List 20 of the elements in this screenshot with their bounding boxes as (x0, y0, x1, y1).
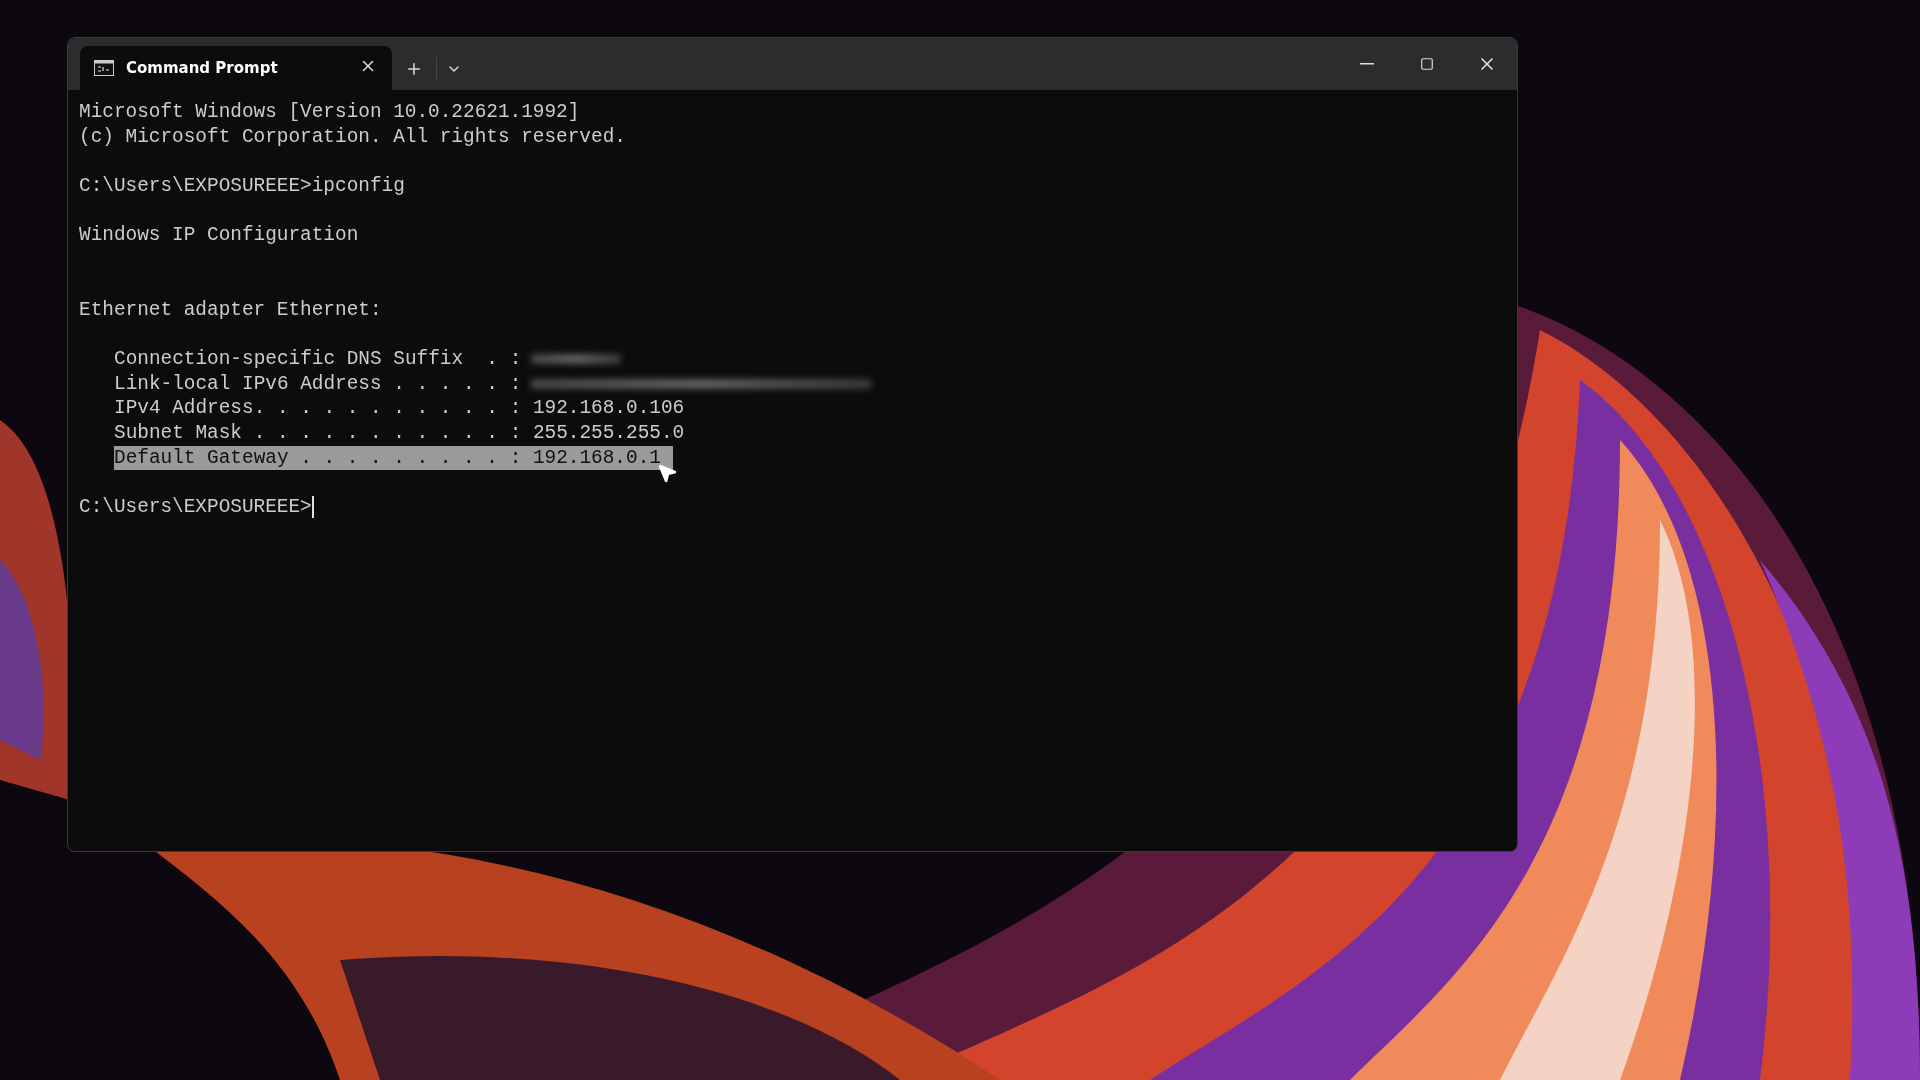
console-text: Ethernet adapter Ethernet: (79, 297, 382, 323)
console-text: Microsoft Windows [Version 10.0.22621.1992] (79, 100, 580, 125)
field-label: Default Gateway . . . . . . . . . : (114, 445, 522, 471)
command-prompt: C:\Users\EXPOSUREEE> (79, 495, 312, 520)
terminal-icon (94, 60, 114, 76)
field-label: Link-local IPv6 Address . . . . . : (114, 371, 522, 397)
field-label: IPv4 Address. . . . . . . . . . . : (114, 396, 522, 421)
console-text: Windows IP Configuration (79, 223, 359, 249)
maximize-icon (1420, 57, 1434, 71)
field-label: Subnet Mask . . . . . . . . . . . : (114, 420, 522, 446)
console-text: (c) Microsoft Corporation. All rights reserved. (79, 124, 626, 150)
field-value: 192.168.0.106 (531, 396, 685, 421)
field-label: Connection-specific DNS Suffix . : (114, 346, 522, 372)
field-value: 192.168.0.1 (531, 445, 661, 471)
console-text: C:\Users\EXPOSUREEE>ipconfig (79, 174, 405, 199)
minimize-icon (1360, 63, 1374, 65)
mouse-pointer-icon (656, 462, 678, 484)
field-value: 255.255.255.0 (531, 420, 685, 446)
terminal-tab[interactable]: Command Prompt (80, 46, 392, 90)
plus-icon (405, 60, 423, 78)
